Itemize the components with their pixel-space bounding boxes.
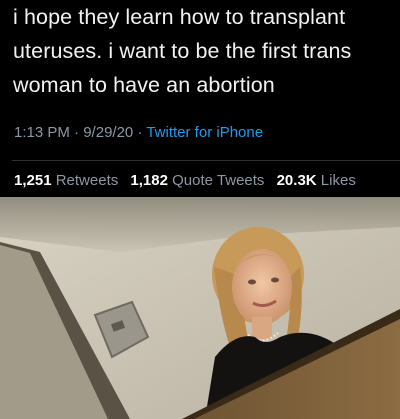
tweet-line: i hope they learn how to transplant — [13, 5, 346, 29]
tweet-source-link[interactable]: Twitter for iPhone — [146, 124, 263, 141]
tweet-time: 1:13 PM — [14, 124, 70, 141]
tweet-line: woman to have an abortion — [13, 73, 275, 97]
reaction-photo-illustration — [0, 197, 400, 419]
separator-dot: · — [74, 124, 84, 141]
tweet-text: i hope they learn how to transplant uter… — [13, 0, 393, 102]
quote-tweets-count: 1,182 — [130, 172, 168, 189]
separator-dot: · — [137, 124, 147, 141]
meme-image: i hope they learn how to transplant uter… — [0, 0, 400, 419]
quote-tweets-label: Quote Tweets — [172, 172, 265, 189]
engagement-stats: 1,251 Retweets 1,182 Quote Tweets 20.3K … — [14, 172, 356, 189]
retweets-count: 1,251 — [14, 172, 52, 189]
divider — [12, 160, 400, 161]
tweet-metadata: 1:13 PM · 9/29/20 · Twitter for iPhone — [14, 124, 263, 141]
quote-tweets-stat[interactable]: 1,182 Quote Tweets — [130, 172, 264, 189]
tweet-line: uteruses. i want to be the first trans — [13, 39, 352, 63]
retweets-stat[interactable]: 1,251 Retweets — [14, 172, 118, 189]
likes-label: Likes — [320, 172, 356, 189]
retweets-label: Retweets — [55, 172, 119, 189]
likes-stat[interactable]: 20.3K Likes — [277, 172, 356, 189]
tweet-date: 9/29/20 — [83, 124, 134, 141]
likes-count: 20.3K — [276, 172, 317, 189]
reaction-photo — [0, 197, 400, 419]
tweet-screenshot: i hope they learn how to transplant uter… — [0, 0, 400, 197]
